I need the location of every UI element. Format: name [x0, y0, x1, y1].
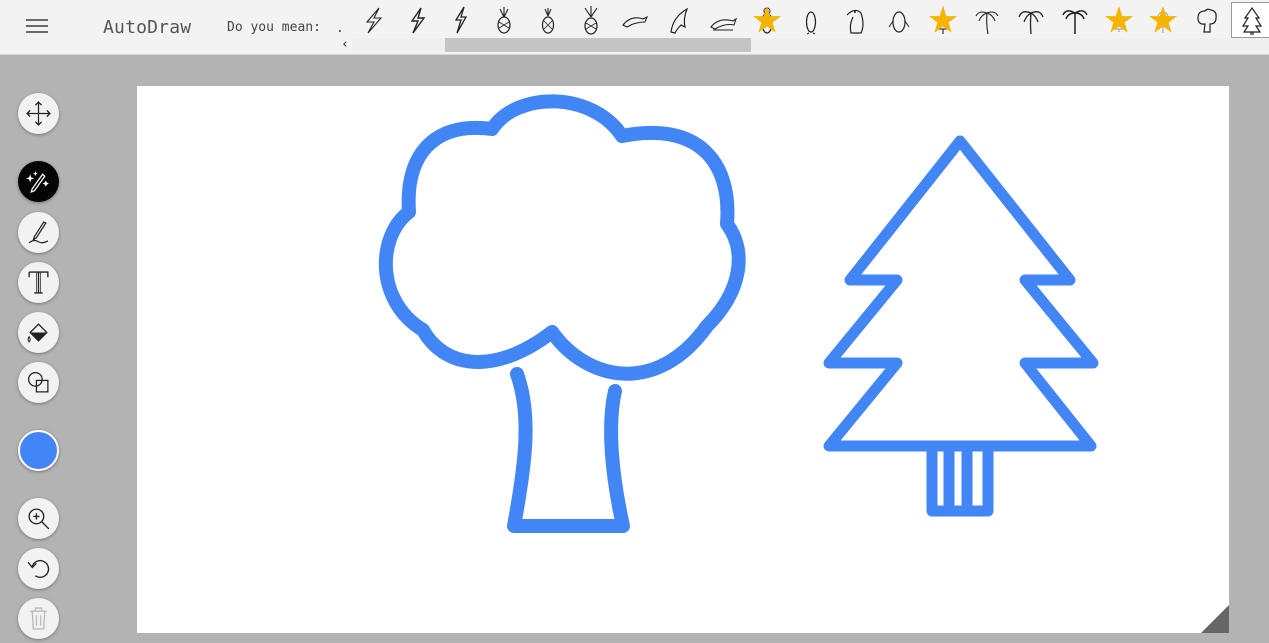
suggestion-dolphin-1[interactable]	[615, 2, 655, 38]
paint-bucket-icon	[27, 323, 48, 343]
undo-button[interactable]	[18, 548, 59, 589]
suggestion-round-tree[interactable]	[1187, 2, 1227, 38]
suggestion-pine-tree-2[interactable]	[1099, 2, 1139, 38]
suggestion-penguin-3[interactable]	[835, 2, 875, 38]
move-arrows-icon	[26, 101, 51, 126]
lightning-bolt-icon	[410, 7, 426, 34]
suggestion-pineapple-1[interactable]	[484, 2, 524, 38]
suggestion-lightning-3[interactable]	[440, 2, 480, 38]
dolphin-icon	[622, 15, 649, 28]
scrollbar-thumb[interactable]	[445, 38, 751, 52]
shapes-icon	[27, 371, 49, 393]
delete-button[interactable]	[18, 598, 59, 639]
suggestion-penguin-2[interactable]	[791, 2, 831, 38]
draw-tool[interactable]	[18, 212, 59, 253]
pineapple-icon	[541, 8, 555, 34]
penguin-icon	[805, 11, 817, 35]
lightning-bolt-icon	[365, 7, 383, 34]
fir-tree-icon	[1241, 6, 1263, 35]
autodraw-tool[interactable]	[18, 161, 59, 202]
type-tool[interactable]	[18, 262, 59, 303]
suggestion-penguin-4[interactable]	[879, 2, 919, 38]
top-bar: AutoDraw Do you mean: . ‹	[0, 0, 1269, 55]
fir-tree-drawing[interactable]	[823, 135, 1099, 517]
suggestion-label: Do you mean:	[227, 20, 321, 35]
color-picker[interactable]	[18, 430, 59, 471]
canvas-resize-handle[interactable]	[1201, 605, 1229, 633]
suggestion-dolphin-3[interactable]	[703, 2, 743, 38]
pencil-icon	[28, 221, 49, 244]
penguin-icon	[846, 9, 864, 34]
star-icon	[929, 6, 957, 33]
suggestion-scrollbar[interactable]	[352, 38, 1269, 52]
palm-tree-icon	[1018, 11, 1044, 35]
text-t-icon	[28, 271, 49, 294]
magic-pencil-icon	[26, 171, 49, 193]
star-icon	[753, 6, 781, 33]
undo-icon	[27, 560, 50, 578]
suggestion-palm-tree-3[interactable]	[1055, 2, 1095, 38]
star-icon	[1149, 6, 1177, 33]
suggestion-pineapple-3[interactable]	[571, 2, 611, 38]
lightning-bolt-icon	[454, 6, 468, 34]
suggestion-lollipop-tree[interactable]	[1143, 2, 1183, 38]
suggestion-palm-tree-2[interactable]	[1011, 2, 1051, 38]
hamburger-icon[interactable]	[22, 15, 54, 41]
round-tree-drawing[interactable]	[378, 94, 746, 533]
shape-tool[interactable]	[18, 362, 59, 403]
zoom-tool[interactable]	[18, 498, 59, 539]
suggestion-dolphin-2[interactable]	[659, 2, 699, 38]
dolphin-icon	[710, 17, 737, 31]
drawing-canvas[interactable]	[137, 86, 1229, 633]
scroll-left-arrow[interactable]: ‹	[338, 37, 352, 53]
move-tool[interactable]	[18, 93, 59, 134]
palm-tree-icon	[975, 11, 999, 35]
zoom-in-icon	[28, 508, 50, 530]
suggestion-fir-tree[interactable]	[1231, 2, 1269, 38]
suggestion-pineapple-2[interactable]	[528, 2, 568, 38]
suggestion-dot: .	[336, 21, 344, 36]
suggestion-lightning-2[interactable]	[397, 2, 437, 38]
suggestion-palm-tree-1[interactable]	[967, 2, 1007, 38]
palm-tree-icon	[1062, 10, 1088, 34]
pineapple-icon	[497, 7, 511, 34]
fill-tool[interactable]	[18, 312, 59, 353]
suggestion-lightning-1[interactable]	[353, 2, 393, 38]
suggestion-strip	[351, 0, 1269, 38]
suggestion-penguin-1[interactable]	[747, 2, 787, 38]
suggestion-pine-tree-1[interactable]	[923, 2, 963, 38]
round-tree-icon	[1197, 8, 1217, 33]
penguin-icon	[888, 11, 910, 33]
star-icon	[1105, 6, 1133, 33]
dolphin-icon	[670, 7, 689, 34]
app-title: AutoDraw	[103, 17, 192, 38]
pineapple-icon	[584, 6, 598, 35]
canvas-drawings	[378, 94, 1099, 533]
trash-icon	[30, 607, 47, 630]
